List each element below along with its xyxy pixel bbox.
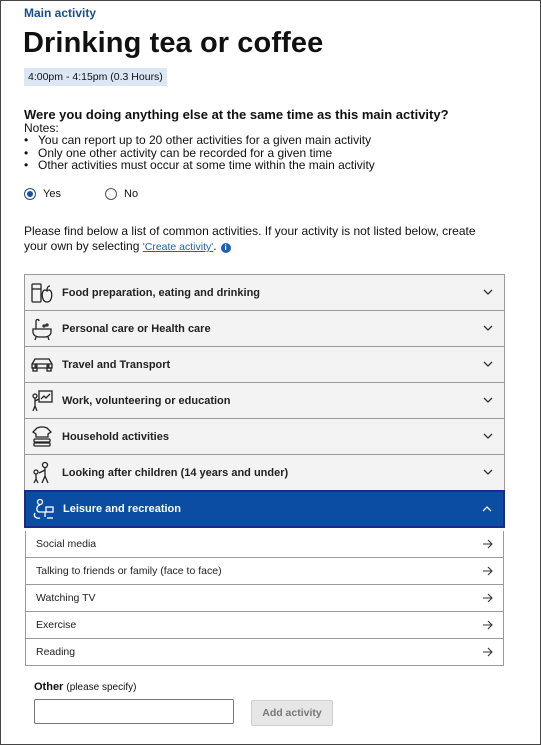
time-range-badge: 4:00pm - 4:15pm (0.3 Hours) bbox=[24, 68, 167, 86]
activity-option-label: Exercise bbox=[36, 619, 77, 631]
category-children[interactable]: Looking after children (14 years and und… bbox=[24, 454, 505, 490]
radio-button[interactable] bbox=[105, 188, 117, 200]
leisure-subitems: Social media Talking to friends or famil… bbox=[25, 531, 504, 666]
other-activity-input[interactable] bbox=[34, 699, 234, 724]
arrow-right-icon bbox=[483, 566, 493, 576]
note-item: You can report up to 20 other activities… bbox=[24, 134, 375, 147]
add-activity-button[interactable]: Add activity bbox=[251, 700, 333, 726]
presentation-icon bbox=[29, 388, 55, 414]
radio-yes-label: Yes bbox=[43, 188, 61, 200]
category-personal-care[interactable]: Personal care or Health care bbox=[24, 310, 505, 346]
category-label: Household activities bbox=[62, 430, 169, 443]
section-label: Main activity bbox=[24, 6, 97, 20]
arrow-right-icon bbox=[483, 620, 493, 630]
activity-option[interactable]: Talking to friends or family (face to fa… bbox=[25, 558, 504, 585]
category-label: Travel and Transport bbox=[62, 358, 171, 371]
arrow-right-icon bbox=[483, 593, 493, 603]
page-frame: Main activity Drinking tea or coffee 4:0… bbox=[0, 0, 541, 745]
arrow-right-icon bbox=[483, 647, 493, 657]
car-icon bbox=[29, 352, 55, 378]
activity-option[interactable]: Social media bbox=[25, 531, 504, 558]
category-travel[interactable]: Travel and Transport bbox=[24, 346, 505, 382]
radio-no[interactable]: No bbox=[105, 186, 138, 202]
intro-text-before: Please find below a list of common activ… bbox=[24, 224, 476, 253]
child-care-icon bbox=[29, 460, 55, 486]
intro-text: Please find below a list of common activ… bbox=[24, 224, 499, 255]
notes-list: You can report up to 20 other activities… bbox=[24, 134, 375, 172]
bath-icon bbox=[29, 316, 55, 342]
category-leisure[interactable]: Leisure and recreation bbox=[24, 490, 505, 528]
category-accordion: Food preparation, eating and drinking Pe… bbox=[24, 274, 505, 528]
create-activity-link[interactable]: 'Create activity' bbox=[143, 241, 214, 253]
question-text: Were you doing anything else at the same… bbox=[24, 107, 449, 122]
page-title: Drinking tea or coffee bbox=[23, 27, 324, 59]
chevron-down-icon bbox=[483, 361, 493, 367]
chevron-up-icon bbox=[482, 506, 492, 512]
chevron-down-icon bbox=[483, 397, 493, 403]
category-food[interactable]: Food preparation, eating and drinking bbox=[24, 274, 505, 310]
chevron-down-icon bbox=[483, 433, 493, 439]
radio-button-checked[interactable] bbox=[24, 188, 36, 200]
other-field-label: Other (please specify) bbox=[34, 681, 136, 693]
activity-option-label: Talking to friends or family (face to fa… bbox=[36, 565, 222, 577]
info-icon[interactable]: i bbox=[220, 243, 231, 253]
activity-option[interactable]: Reading bbox=[25, 639, 504, 666]
category-label: Looking after children (14 years and und… bbox=[62, 466, 289, 479]
category-label: Personal care or Health care bbox=[62, 322, 211, 335]
chevron-down-icon bbox=[483, 469, 493, 475]
activity-option-label: Reading bbox=[36, 646, 76, 658]
radio-yes[interactable]: Yes bbox=[24, 186, 61, 202]
activity-option-label: Social media bbox=[36, 538, 97, 550]
radio-no-label: No bbox=[124, 188, 139, 200]
activity-option[interactable]: Watching TV bbox=[25, 585, 504, 612]
arrow-right-icon bbox=[483, 539, 493, 549]
activity-option[interactable]: Exercise bbox=[25, 612, 504, 639]
other-label-bold: Other bbox=[34, 681, 64, 693]
note-item: Other activities must occur at some time… bbox=[24, 159, 375, 172]
chevron-down-icon bbox=[483, 325, 493, 331]
food-icon bbox=[29, 280, 55, 306]
category-work[interactable]: Work, volunteering or education bbox=[24, 382, 505, 418]
category-label: Work, volunteering or education bbox=[62, 394, 231, 407]
leisure-icon bbox=[30, 496, 56, 522]
category-label: Food preparation, eating and drinking bbox=[62, 286, 261, 299]
chevron-down-icon bbox=[483, 289, 493, 295]
intro-text-after: . bbox=[213, 239, 217, 253]
activity-option-label: Watching TV bbox=[36, 592, 96, 604]
other-hint: (please specify) bbox=[66, 682, 137, 693]
laundry-icon bbox=[29, 424, 55, 450]
category-household[interactable]: Household activities bbox=[24, 418, 505, 454]
category-label: Leisure and recreation bbox=[63, 503, 181, 515]
